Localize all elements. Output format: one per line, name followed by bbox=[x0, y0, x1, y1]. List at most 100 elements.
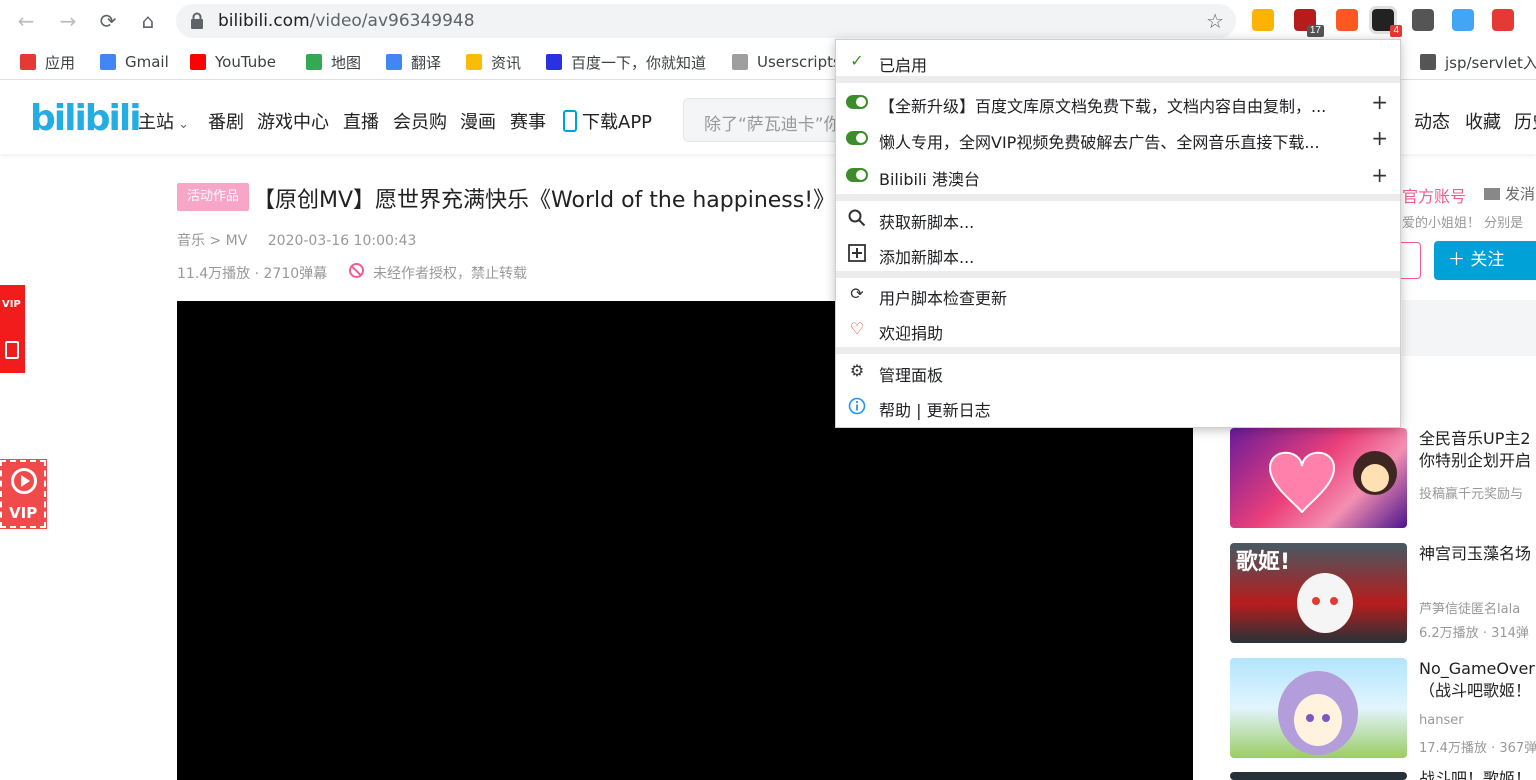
charge-button[interactable] bbox=[1401, 242, 1421, 279]
recommend-thumbnail[interactable] bbox=[1230, 428, 1407, 528]
nav-member-shop[interactable]: 会员购 bbox=[393, 108, 447, 134]
get-new-script-item[interactable]: 获取新脚本... bbox=[836, 201, 1402, 235]
script-item[interactable]: 懒人专用，全网VIP视频免费破解去广告、全网音乐直接下载... + bbox=[836, 121, 1402, 155]
donate-item[interactable]: ♡ 欢迎捐助 bbox=[836, 312, 1402, 346]
menu-divider bbox=[836, 347, 1400, 354]
phone-icon bbox=[563, 110, 577, 132]
add-new-script-item[interactable]: 添加新脚本... bbox=[836, 236, 1402, 270]
bilibili-logo[interactable]: bilibili bbox=[30, 98, 142, 139]
recommend-thumbnail[interactable]: 歌姬! bbox=[1230, 543, 1407, 643]
bookmark-jsp-servlet[interactable]: jsp/servlet入 bbox=[1420, 52, 1536, 72]
nav-manga[interactable]: 漫画 bbox=[460, 108, 496, 134]
recommend-item[interactable]: 全民音乐UP主2 你特别企划开启 投稿赢千元奖励与 bbox=[1230, 428, 1536, 528]
tampermonkey-icon[interactable]: 4 bbox=[1369, 6, 1402, 37]
bookmark-gmail[interactable]: Gmail bbox=[100, 52, 169, 72]
nav-download-app[interactable]: 下载APP bbox=[563, 108, 652, 134]
baidu-icon bbox=[546, 54, 562, 70]
vip-sidebar-badge[interactable]: VIP bbox=[0, 285, 25, 373]
refresh-icon: ⟳ bbox=[850, 284, 864, 303]
enabled-toggle[interactable]: ✓ 已启用 bbox=[836, 44, 1402, 78]
recommend-thumbnail[interactable] bbox=[1230, 658, 1407, 758]
envelope-icon bbox=[1484, 188, 1500, 200]
bookmark-label: 百度一下，你就知道 bbox=[571, 53, 707, 72]
jsp-servlet-icon bbox=[1420, 54, 1436, 70]
bookmark-star-icon[interactable]: ☆ bbox=[1206, 9, 1224, 33]
script-toggle[interactable] bbox=[846, 131, 868, 145]
nav-main[interactable]: 主站 ⌄ bbox=[138, 108, 189, 134]
expand-plus-icon[interactable]: + bbox=[1371, 163, 1388, 187]
zap-icon[interactable] bbox=[1252, 9, 1274, 31]
infinity-icon[interactable] bbox=[1336, 9, 1358, 31]
document-icon bbox=[5, 341, 19, 359]
anime-character-icon bbox=[1278, 671, 1358, 755]
recommend-item[interactable]: 战斗吧！歌姬！ bbox=[1230, 769, 1536, 780]
search-icon bbox=[848, 209, 866, 227]
vip-video-badge[interactable]: VIP bbox=[0, 459, 47, 529]
nav-bangumi[interactable]: 番剧 bbox=[208, 108, 244, 134]
bookmark-userscripts[interactable]: Userscripts bbox=[732, 52, 841, 72]
activity-tag[interactable]: 活动作品 bbox=[177, 183, 249, 211]
back-icon[interactable]: ← bbox=[14, 9, 38, 33]
bookmark-translate[interactable]: 翻译 bbox=[386, 52, 441, 72]
send-message-link[interactable]: 发消 bbox=[1484, 183, 1535, 204]
bookmark-youtube[interactable]: YouTube bbox=[190, 52, 276, 72]
home-icon[interactable]: ⌂ bbox=[136, 9, 160, 33]
expand-plus-icon[interactable]: + bbox=[1371, 90, 1388, 114]
search-input[interactable]: 除了“萨瓦迪卡”你 bbox=[683, 98, 843, 142]
extension-badge: 4 bbox=[1390, 25, 1402, 37]
expand-plus-icon[interactable]: + bbox=[1371, 126, 1388, 150]
forward-icon[interactable]: → bbox=[56, 9, 80, 33]
nav-history[interactable]: 历史 bbox=[1514, 108, 1536, 134]
gmail-icon bbox=[100, 54, 116, 70]
userscripts-icon bbox=[732, 54, 748, 70]
bookmark-maps[interactable]: 地图 bbox=[306, 52, 361, 72]
bookmark-news[interactable]: 资讯 bbox=[466, 52, 521, 72]
url-text: bilibili.com/video/av96349948 bbox=[218, 11, 475, 31]
nav-dynamic[interactable]: 动态 bbox=[1414, 108, 1450, 134]
bookmark-apps[interactable]: 应用 bbox=[20, 52, 75, 72]
lock-icon bbox=[191, 12, 203, 29]
bookmark-baidu[interactable]: 百度一下，你就知道 bbox=[546, 52, 706, 72]
video-category[interactable]: 音乐 > MV bbox=[177, 233, 247, 249]
youtube-icon bbox=[190, 54, 206, 70]
nav-favorites[interactable]: 收藏 bbox=[1465, 108, 1501, 134]
pocket-icon[interactable] bbox=[1412, 9, 1434, 31]
check-updates-item[interactable]: ⟳ 用户脚本检查更新 bbox=[836, 277, 1402, 311]
apps-icon bbox=[20, 54, 36, 70]
search-circle-icon[interactable] bbox=[1452, 9, 1474, 31]
add-square-icon bbox=[848, 244, 866, 262]
script-item[interactable]: Bilibili 港澳台 + bbox=[836, 158, 1402, 192]
script-toggle[interactable] bbox=[846, 95, 868, 109]
browser-toolbar: ← → ⟳ ⌂ bilibili.com/video/av96349948 ☆ … bbox=[0, 0, 1536, 42]
check-icon: ✓ bbox=[850, 51, 864, 70]
nav-live[interactable]: 直播 bbox=[343, 108, 379, 134]
video-title: 【原创MV】愿世界充满快乐《World of the happiness!》【 bbox=[253, 188, 847, 213]
anime-character-icon: 歌姬! bbox=[1236, 549, 1353, 633]
bookmark-label: Userscripts bbox=[757, 53, 841, 71]
recommend-thumbnail[interactable] bbox=[1230, 772, 1407, 780]
script-toggle[interactable] bbox=[846, 168, 868, 182]
heart-icon: ♡ bbox=[849, 319, 865, 338]
shield-icon[interactable]: 17 bbox=[1294, 9, 1324, 37]
bookmark-label: 资讯 bbox=[491, 53, 522, 72]
reload-icon[interactable]: ⟳ bbox=[96, 9, 120, 33]
translate-icon bbox=[386, 54, 402, 70]
nav-esports[interactable]: 赛事 bbox=[510, 108, 546, 134]
uploader-description: 爱的小姐姐！ 分别是 bbox=[1402, 216, 1524, 231]
follow-button[interactable]: ＋ 关注 bbox=[1434, 241, 1536, 280]
recommend-item[interactable]: 歌姬! 神宫司玉藻名场 芦笋信徒匿名lala 6.2万播放 · 314弹 bbox=[1230, 543, 1536, 643]
right-panel-strip bbox=[1402, 300, 1536, 356]
address-bar[interactable]: bilibili.com/video/av96349948 ☆ bbox=[176, 4, 1236, 38]
official-account-label: 官方账号 bbox=[1402, 187, 1467, 206]
bookmark-label: YouTube bbox=[215, 53, 276, 71]
nav-game-center[interactable]: 游戏中心 bbox=[257, 108, 329, 134]
userscript-menu: ✓ 已启用 【全新升级】百度文库原文档免费下载，文档内容自由复制，... + 懒… bbox=[835, 39, 1401, 428]
recommend-item[interactable]: No_GameOver （战斗吧歌姬！ hanser 17.4万播放 · 367… bbox=[1230, 658, 1536, 758]
script-item[interactable]: 【全新升级】百度文库原文档免费下载，文档内容自由复制，... + bbox=[836, 85, 1402, 119]
help-changelog-item[interactable]: 帮助 | 更新日志 bbox=[836, 389, 1402, 423]
video-meta: 音乐 > MV 2020-03-16 10:00:43 bbox=[177, 230, 416, 250]
gear-icon: ⚙ bbox=[849, 361, 865, 380]
calendar-icon[interactable] bbox=[1492, 9, 1514, 31]
info-icon bbox=[848, 397, 866, 415]
dashboard-item[interactable]: ⚙ 管理面板 bbox=[836, 354, 1402, 388]
